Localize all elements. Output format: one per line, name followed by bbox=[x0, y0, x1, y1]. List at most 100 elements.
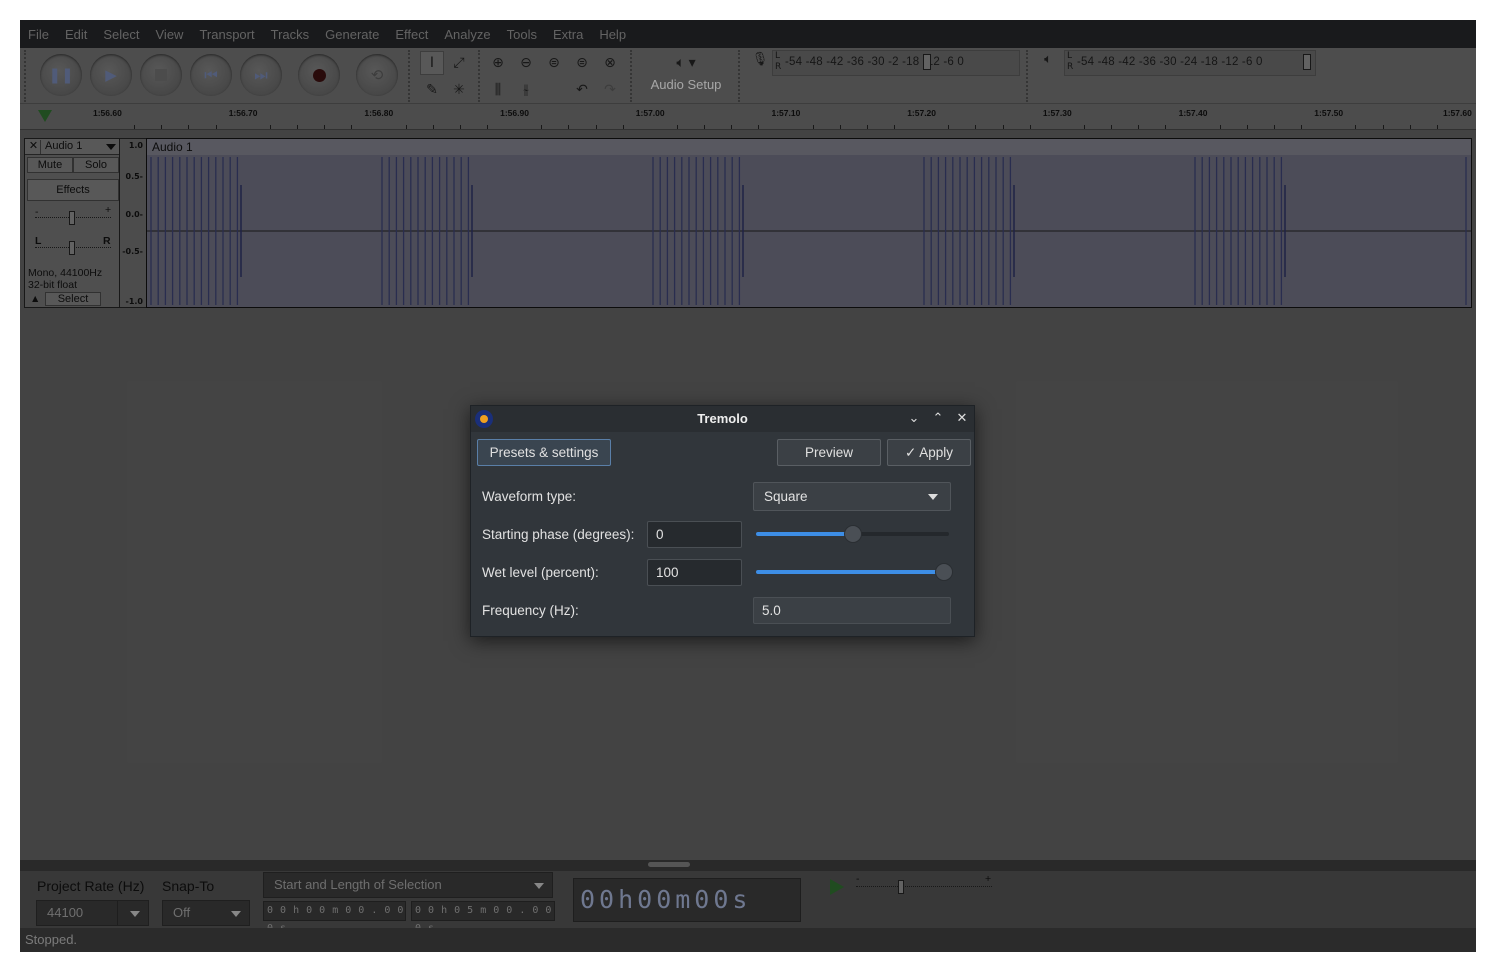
draw-tool[interactable]: ✎ bbox=[420, 78, 444, 102]
maximize-icon[interactable]: ⌃ bbox=[929, 409, 947, 427]
track-name[interactable]: Audio 1 bbox=[45, 140, 82, 152]
undo-button[interactable]: ↶ bbox=[570, 78, 594, 102]
trim-button[interactable]: ⫼ bbox=[486, 78, 510, 102]
minimize-icon[interactable]: ⌄ bbox=[905, 409, 923, 427]
menu-tools[interactable]: Tools bbox=[507, 27, 537, 42]
timeline-minor-tick bbox=[324, 125, 326, 129]
menu-tracks[interactable]: Tracks bbox=[271, 27, 310, 42]
multi-tool[interactable]: ✳ bbox=[447, 78, 471, 102]
pencil-icon: ✎ bbox=[426, 82, 438, 98]
fit-selection-button[interactable]: ⊜ bbox=[542, 51, 566, 75]
preview-button[interactable]: Preview bbox=[777, 439, 881, 466]
skip-start-button[interactable]: ⏮ bbox=[190, 54, 232, 96]
playback-speaker-icon[interactable]: 🔈︎ bbox=[1038, 52, 1058, 72]
mute-button[interactable]: Mute bbox=[27, 157, 73, 173]
timeline-ruler[interactable]: 1:56.60 1:56.70 1:56.80 1:56.90 1:57.00 1:57.… bbox=[20, 104, 1476, 130]
timeline-minor-tick bbox=[161, 125, 163, 129]
menu-extra[interactable]: Extra bbox=[553, 27, 583, 42]
waveform-area[interactable]: Audio 1 bbox=[146, 138, 1472, 308]
selection-tool[interactable]: I bbox=[420, 51, 444, 75]
pan-slider-handle[interactable] bbox=[69, 241, 75, 255]
zoom-out-button[interactable]: ⊖ bbox=[514, 51, 538, 75]
close-icon[interactable]: ✕ bbox=[953, 409, 971, 427]
effects-button[interactable]: Effects bbox=[27, 179, 119, 201]
dialog-title-bar[interactable]: Tremolo ⌄ ⌃ ✕ bbox=[471, 406, 974, 432]
menu-select[interactable]: Select bbox=[103, 27, 139, 42]
apply-button[interactable]: ✓ Apply bbox=[887, 439, 971, 466]
presets-settings-button[interactable]: Presets & settings bbox=[477, 439, 611, 466]
zoom-in-button[interactable]: ⊕ bbox=[486, 51, 510, 75]
track-menu-chevron-down-icon[interactable] bbox=[106, 144, 116, 150]
waveform-type-select[interactable]: Square bbox=[753, 482, 951, 511]
play-at-speed-button[interactable] bbox=[828, 878, 846, 896]
toolbar-grip[interactable] bbox=[478, 50, 484, 102]
slider-handle[interactable] bbox=[843, 525, 862, 543]
selection-start-time[interactable]: 0 0 h 0 0 m 0 0 . 0 0 0 s bbox=[263, 901, 406, 934]
play-speed-slider-handle[interactable] bbox=[898, 880, 904, 894]
splitter-handle[interactable] bbox=[648, 862, 690, 867]
stop-button[interactable] bbox=[140, 54, 182, 96]
project-rate-select[interactable]: 44100 bbox=[36, 900, 149, 926]
menu-file[interactable]: File bbox=[28, 27, 49, 42]
microphone-icon[interactable]: 🎙︎ bbox=[750, 52, 770, 72]
starting-phase-input[interactable]: 0 bbox=[647, 521, 742, 548]
chevron-down-icon bbox=[928, 494, 938, 500]
envelope-tool[interactable]: ⤢ bbox=[447, 51, 471, 75]
skip-start-icon: ⏮ bbox=[204, 66, 218, 84]
menu-generate[interactable]: Generate bbox=[325, 27, 379, 42]
menu-edit[interactable]: Edit bbox=[65, 27, 87, 42]
menu-effect[interactable]: Effect bbox=[395, 27, 428, 42]
menu-view[interactable]: View bbox=[156, 27, 184, 42]
toolbar-grip[interactable] bbox=[630, 50, 636, 102]
gain-slider-handle[interactable] bbox=[69, 211, 75, 225]
timeline-play-head-icon[interactable] bbox=[38, 110, 52, 122]
toolbar: ❚❚ ▶ ⏮ ⏭ ⟲ I ⤢ ✎ ✳ ⊕ ⊖ ⊜ ⊜ ⊗ ⫼ ⫳ ↶ ↷ 🔈︎ … bbox=[20, 48, 1476, 104]
audio-position-time[interactable]: 00h00m00s bbox=[573, 878, 801, 922]
playback-meter[interactable]: LR -54 -48 -42 -36 -30 -24 -18 -12 -6 0 bbox=[1064, 50, 1316, 76]
collapse-track-icon[interactable]: ▲ bbox=[30, 293, 40, 305]
play-icon: ▶ bbox=[105, 66, 117, 84]
pause-button[interactable]: ❚❚ bbox=[40, 54, 82, 96]
toolbar-grip[interactable] bbox=[738, 50, 744, 102]
playback-level-knob[interactable] bbox=[1303, 54, 1311, 70]
close-track-icon[interactable]: ✕ bbox=[27, 140, 41, 154]
timeline-tick-label: 1:57.50 bbox=[1314, 108, 1344, 118]
timeline-tick-label: 1:57.40 bbox=[1178, 108, 1208, 118]
starting-phase-slider[interactable] bbox=[756, 525, 949, 543]
selection-mode-value: Start and Length of Selection bbox=[274, 877, 442, 892]
play-button[interactable]: ▶ bbox=[90, 54, 132, 96]
select-track-button[interactable]: Select bbox=[45, 292, 101, 306]
clip-name[interactable]: Audio 1 bbox=[147, 139, 1471, 155]
slider-handle[interactable] bbox=[935, 563, 953, 581]
timeline-tick-label: 1:56.80 bbox=[364, 108, 394, 118]
skip-end-button[interactable]: ⏭ bbox=[240, 54, 282, 96]
loop-button[interactable]: ⟲ bbox=[356, 54, 398, 96]
menu-help[interactable]: Help bbox=[599, 27, 626, 42]
silence-button[interactable]: ⫳ bbox=[514, 78, 538, 102]
fit-project-button[interactable]: ⊜ bbox=[570, 51, 594, 75]
redo-button[interactable]: ↷ bbox=[598, 78, 622, 102]
zoom-toggle-button[interactable]: ⊗ bbox=[598, 51, 622, 75]
snap-to-select[interactable]: Off bbox=[162, 900, 250, 926]
toolbar-grip[interactable] bbox=[24, 50, 30, 102]
track-title-bar[interactable]: ✕ Audio 1 bbox=[25, 139, 119, 155]
record-button[interactable] bbox=[298, 54, 340, 96]
selection-length-time[interactable]: 0 0 h 0 5 m 0 0 . 0 0 0 s bbox=[411, 901, 555, 934]
solo-button[interactable]: Solo bbox=[73, 157, 119, 173]
frequency-input[interactable]: 5.0 bbox=[753, 597, 951, 624]
timeline-minor-tick bbox=[595, 125, 597, 129]
audio-setup-button[interactable]: 🔈︎ ▾ Audio Setup bbox=[638, 48, 734, 104]
recording-level-knob[interactable] bbox=[923, 54, 931, 70]
timeline-minor-tick bbox=[1355, 125, 1357, 129]
timeline-tick-label: 1:57.00 bbox=[635, 108, 665, 118]
timeline-tick-label: 1:57.60 bbox=[1443, 108, 1472, 118]
toolbar-grip[interactable] bbox=[408, 50, 414, 102]
play-speed-slider[interactable] bbox=[856, 886, 992, 887]
recording-meter[interactable]: LR -54 -48 -42 -36 -30 -2 -18 -12 -6 0 bbox=[772, 50, 1020, 76]
wet-level-input[interactable]: 100 bbox=[647, 559, 742, 586]
menu-analyze[interactable]: Analyze bbox=[444, 27, 490, 42]
wet-level-slider[interactable] bbox=[756, 563, 953, 581]
menu-transport[interactable]: Transport bbox=[199, 27, 254, 42]
toolbar-grip[interactable] bbox=[1026, 50, 1032, 102]
selection-mode-select[interactable]: Start and Length of Selection bbox=[263, 872, 553, 898]
